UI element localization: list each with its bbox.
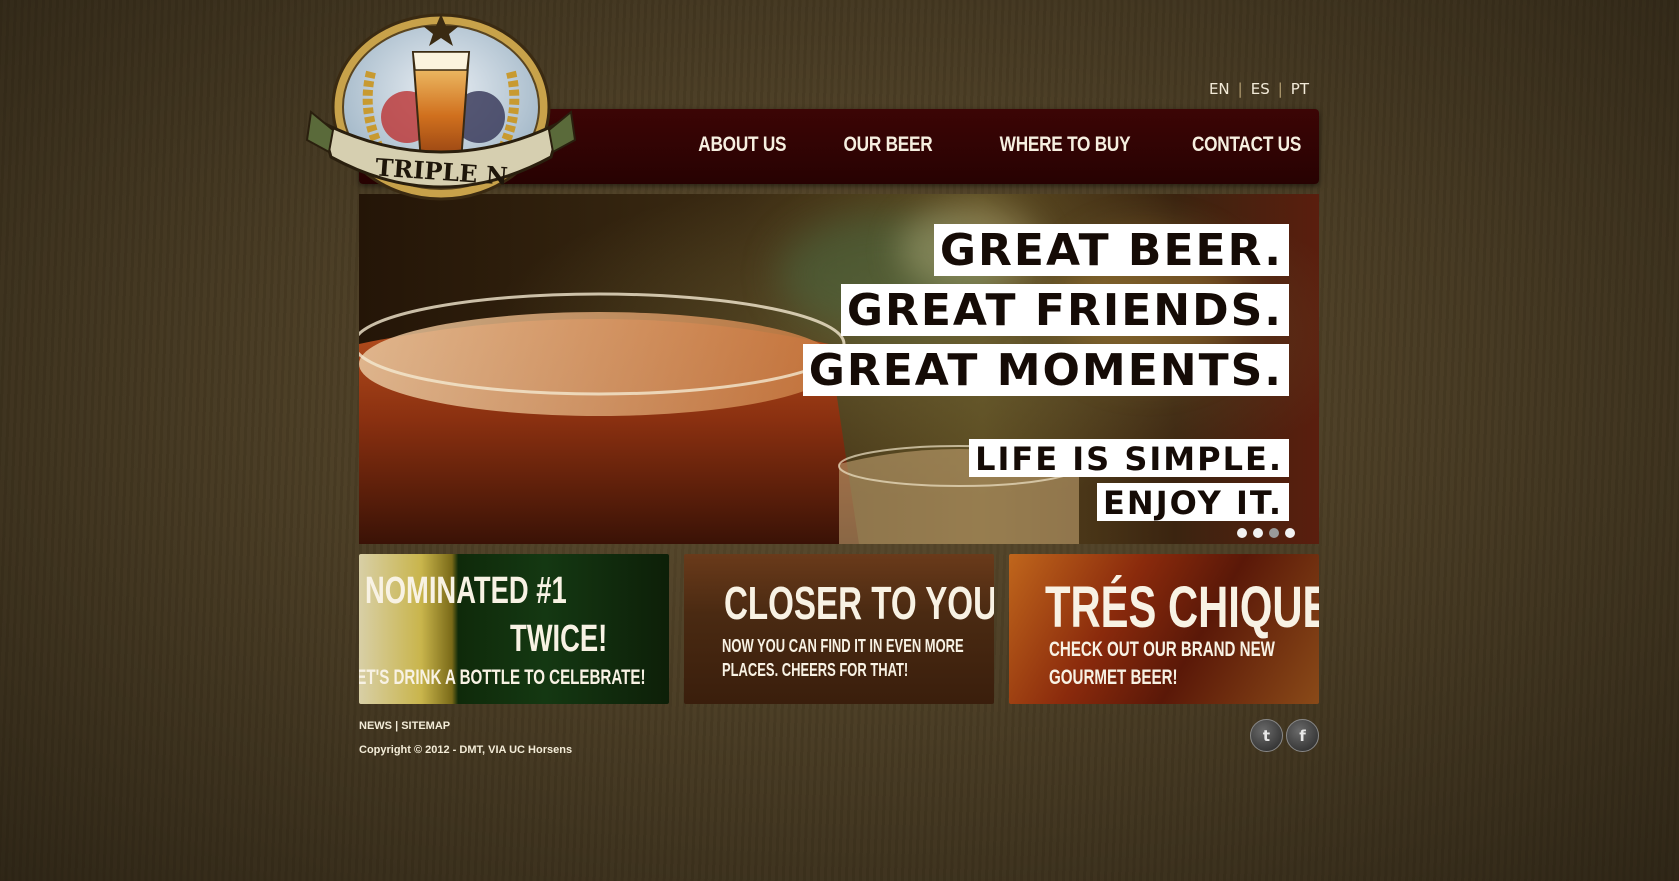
- lang-en-link[interactable]: EN: [1209, 80, 1230, 98]
- footer-sitemap-link[interactable]: SITEMAP: [401, 720, 450, 732]
- footer-news-link[interactable]: NEWS: [359, 720, 392, 732]
- language-switch: EN | ES | PT: [1209, 80, 1309, 98]
- teaser-subtitle-line-1: NOW YOU CAN FIND IT IN EVEN MORE: [722, 636, 964, 656]
- teaser-title: CLOSER TO YOU: [724, 577, 994, 629]
- hero-tagline-line-4: LIFE IS SIMPLE.: [969, 439, 1289, 478]
- hero-tagline-line-1: GREAT BEER.: [933, 224, 1289, 276]
- nav-where-to-buy[interactable]: WHERE TO BUY: [999, 133, 1130, 157]
- facebook-icon[interactable]: f: [1286, 719, 1319, 752]
- footer-links: NEWS | SITEMAP: [359, 720, 450, 732]
- hero-slider: GREAT BEER. GREAT FRIENDS. GREAT MOMENTS…: [359, 194, 1319, 544]
- triple-n-logo[interactable]: TRIPLE N: [301, 12, 591, 212]
- teaser-subtitle-line-1: CHECK OUT OUR BRAND NEW: [1049, 638, 1275, 661]
- lang-es-link[interactable]: ES: [1251, 80, 1270, 98]
- teaser-tres-chique[interactable]: TRÉS CHIQUE! CHECK OUT OUR BRAND NEW GOU…: [1009, 554, 1319, 704]
- slider-dot-2[interactable]: [1253, 528, 1263, 538]
- social-links: t f: [1250, 719, 1319, 752]
- hero-tagline-line-3: GREAT MOMENTS.: [802, 344, 1289, 396]
- nav-our-beer[interactable]: OUR BEER: [844, 133, 933, 157]
- nav-about-us[interactable]: ABOUT US: [698, 133, 786, 157]
- slider-dot-1[interactable]: [1237, 528, 1247, 538]
- teaser-subtitle-line-2: PLACES. CHEERS FOR THAT!: [722, 660, 909, 680]
- lang-separator: |: [1237, 80, 1243, 98]
- footer-separator: |: [395, 720, 399, 732]
- slider-pagination: [1237, 528, 1295, 538]
- slider-dot-4[interactable]: [1285, 528, 1295, 538]
- page-wrapper: EN | ES | PT ABOUT US OUR BEER WHERE TO BUY …: [305, 0, 1319, 881]
- teaser-title-line-1: NOMINATED #1: [364, 570, 567, 612]
- twitter-icon[interactable]: t: [1250, 719, 1283, 752]
- lang-separator: |: [1277, 80, 1283, 98]
- hero-tagline-line-2: GREAT FRIENDS.: [840, 284, 1289, 336]
- lang-pt-link[interactable]: PT: [1291, 80, 1309, 98]
- copyright-text: Copyright © 2012 - DMT, VIA UC Horsens: [359, 744, 573, 756]
- nav-contact-us[interactable]: CONTACT US: [1192, 133, 1301, 157]
- teaser-title: TRÉS CHIQUE!: [1045, 575, 1319, 640]
- main-nav: ABOUT US OUR BEER WHERE TO BUY CONTACT U…: [679, 133, 1301, 157]
- teaser-title-line-2: TWICE!: [509, 618, 608, 660]
- teaser-subtitle-line-2: GOURMET BEER!: [1049, 666, 1178, 689]
- slider-dot-3[interactable]: [1269, 528, 1279, 538]
- hero-tagline-line-5: ENJOY IT.: [1097, 483, 1289, 522]
- teaser-closer-to-you[interactable]: CLOSER TO YOU NOW YOU CAN FIND IT IN EVE…: [684, 554, 994, 704]
- teaser-subtitle: LET'S DRINK A BOTTLE TO CELEBRATE!: [359, 666, 645, 689]
- teaser-nominated[interactable]: NOMINATED #1 TWICE! LET'S DRINK A BOTTLE…: [359, 554, 669, 704]
